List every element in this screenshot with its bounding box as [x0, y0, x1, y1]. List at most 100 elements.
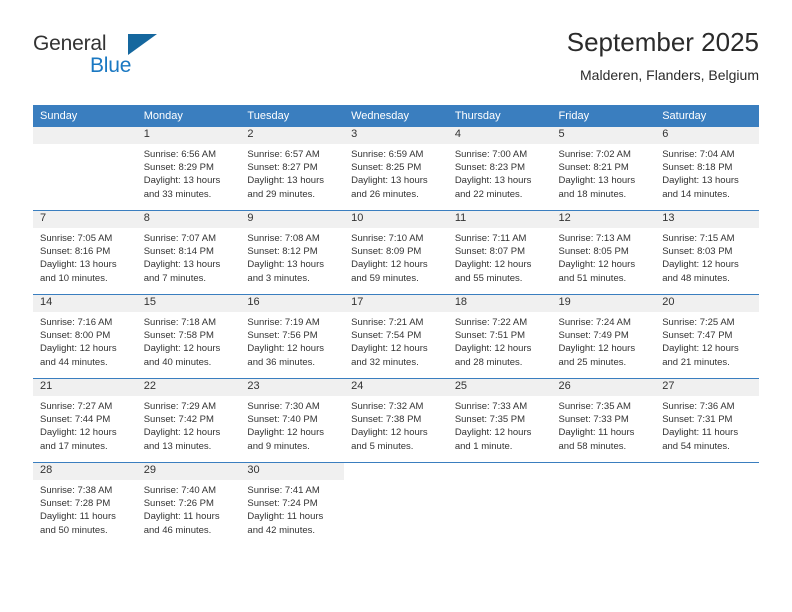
calendar-day-cell[interactable]: 5 Sunrise: 7:02 AM Sunset: 8:21 PM Daylight… [551, 126, 656, 211]
calendar-day-cell[interactable]: 19 Sunrise: 7:24 AM Sunset: 7:49 PM Dayligh… [551, 294, 656, 379]
day-number: 27 [655, 379, 759, 396]
calendar-day-cell[interactable]: 6 Sunrise: 7:04 AM Sunset: 8:18 PM Daylight… [655, 126, 759, 211]
day-cell-inner: 18 Sunrise: 7:22 AM Sunset: 7:51 PM Dayligh… [447, 295, 552, 378]
day-number: 10 [344, 211, 448, 228]
calendar-day-cell[interactable]: 16 Sunrise: 7:19 AM Sunset: 7:56 PM Dayligh… [240, 294, 345, 379]
day-cell-inner: 17 Sunrise: 7:21 AM Sunset: 7:54 PM Dayligh… [344, 295, 448, 378]
day-number: 16 [240, 295, 345, 312]
calendar-day-cell[interactable]: 28 Sunrise: 7:38 AM Sunset: 7:28 PM Dayligh… [33, 462, 137, 546]
sun-info-sunset: Sunset: 7:42 PM [143, 414, 214, 426]
sun-info-sunrise: Sunrise: 7:13 AM [558, 233, 631, 244]
calendar-day-cell[interactable]: 30 Sunrise: 7:41 AM Sunset: 7:24 PM Dayligh… [240, 462, 345, 546]
sun-info: Sunrise: 7:04 AM Sunset: 8:18 PM Daylight:… [655, 144, 759, 201]
calendar-day-cell[interactable]: 14 Sunrise: 7:16 AM Sunset: 8:00 PM Dayligh… [33, 294, 137, 379]
calendar-day-cell[interactable]: 17 Sunrise: 7:21 AM Sunset: 7:54 PM Dayligh… [344, 294, 448, 379]
sun-info-sunset: Sunset: 8:29 PM [143, 162, 214, 174]
calendar-day-cell[interactable]: 7 Sunrise: 7:05 AM Sunset: 8:16 PM Daylight… [33, 210, 137, 295]
sun-info-daylight-line1: Daylight: 12 hours [143, 343, 221, 355]
sun-info-daylight-line2: and 36 minutes. [247, 356, 316, 368]
sun-info-sunrise: Sunrise: 7:04 AM [662, 149, 735, 160]
calendar-day-cell[interactable]: 25 Sunrise: 7:33 AM Sunset: 7:35 PM Dayligh… [447, 378, 552, 463]
weekday-header-friday: Friday [551, 105, 656, 127]
sun-info-daylight-line1: Daylight: 13 hours [662, 175, 739, 187]
sun-info-sunset: Sunset: 8:09 PM [351, 246, 422, 258]
sun-info-sunset: Sunset: 7:26 PM [143, 498, 214, 510]
sun-info-daylight-line1: Daylight: 13 hours [247, 175, 324, 187]
sun-info-daylight-line1: Daylight: 13 hours [351, 175, 428, 187]
sun-info: Sunrise: 7:40 AM Sunset: 7:26 PM Daylight:… [137, 480, 241, 537]
calendar-empty-cell [655, 462, 759, 546]
day-cell-inner: 21 Sunrise: 7:27 AM Sunset: 7:44 PM Dayligh… [33, 379, 137, 462]
sun-info-daylight-line2: and 1 minute. [454, 440, 513, 452]
sun-info-daylight-line2: and 44 minutes. [40, 356, 108, 368]
sun-info-sunset: Sunset: 7:44 PM [40, 414, 111, 426]
day-cell-inner: 15 Sunrise: 7:18 AM Sunset: 7:58 PM Dayligh… [136, 295, 241, 378]
calendar-day-cell[interactable]: 29 Sunrise: 7:40 AM Sunset: 7:26 PM Dayligh… [136, 462, 241, 546]
day-number: 25 [447, 379, 552, 396]
sun-info: Sunrise: 7:08 AM Sunset: 8:12 PM Daylight:… [240, 228, 344, 285]
sun-info: Sunrise: 7:24 AM Sunset: 7:49 PM Daylight:… [552, 312, 656, 369]
sun-info: Sunrise: 7:35 AM Sunset: 7:33 PM Daylight:… [552, 396, 656, 453]
calendar-day-cell[interactable]: 15 Sunrise: 7:18 AM Sunset: 7:58 PM Dayligh… [136, 294, 241, 379]
sun-info-daylight-line2: and 7 minutes. [143, 272, 207, 284]
calendar-day-cell[interactable]: 4 Sunrise: 7:00 AM Sunset: 8:23 PM Daylight… [447, 126, 552, 211]
calendar-day-cell[interactable]: 23 Sunrise: 7:30 AM Sunset: 7:40 PM Dayligh… [240, 378, 345, 463]
sun-info: Sunrise: 6:57 AM Sunset: 8:27 PM Daylight:… [240, 144, 344, 201]
sun-info-daylight-line1: Daylight: 12 hours [662, 259, 739, 271]
sun-info: Sunrise: 7:13 AM Sunset: 8:05 PM Daylight:… [552, 228, 656, 285]
sun-info: Sunrise: 7:19 AM Sunset: 7:56 PM Daylight:… [240, 312, 344, 369]
weekday-header-wednesday: Wednesday [344, 105, 448, 127]
sun-info-sunset: Sunset: 8:00 PM [40, 330, 111, 342]
day-number: 29 [136, 463, 241, 480]
calendar-day-cell[interactable]: 9 Sunrise: 7:08 AM Sunset: 8:12 PM Daylight… [240, 210, 345, 295]
sun-info-daylight-line2: and 18 minutes. [558, 188, 627, 200]
day-cell-inner: 23 Sunrise: 7:30 AM Sunset: 7:40 PM Dayligh… [240, 379, 345, 462]
calendar-day-cell[interactable]: 2 Sunrise: 6:57 AM Sunset: 8:27 PM Daylight… [240, 126, 345, 211]
day-number [33, 127, 137, 144]
day-number: 17 [344, 295, 448, 312]
sun-info-sunrise: Sunrise: 7:18 AM [143, 317, 217, 328]
calendar-day-cell[interactable]: 12 Sunrise: 7:13 AM Sunset: 8:05 PM Dayligh… [551, 210, 656, 295]
calendar-day-cell[interactable]: 13 Sunrise: 7:15 AM Sunset: 8:03 PM Dayligh… [655, 210, 759, 295]
day-number: 8 [136, 211, 241, 228]
day-number: 6 [655, 127, 759, 144]
calendar-day-cell[interactable]: 24 Sunrise: 7:32 AM Sunset: 7:38 PM Dayligh… [344, 378, 448, 463]
sun-info-daylight-line1: Daylight: 12 hours [351, 259, 428, 271]
sun-info-daylight-line2: and 17 minutes. [40, 440, 108, 452]
sun-info-sunrise: Sunrise: 7:33 AM [454, 401, 528, 412]
general-blue-logo[interactable]: General Blue [33, 32, 213, 80]
sun-info-daylight-line1: Daylight: 13 hours [143, 175, 221, 187]
day-cell-inner: 26 Sunrise: 7:35 AM Sunset: 7:33 PM Dayligh… [551, 379, 656, 462]
calendar-day-cell[interactable]: 22 Sunrise: 7:29 AM Sunset: 7:42 PM Dayligh… [136, 378, 241, 463]
sun-info: Sunrise: 7:11 AM Sunset: 8:07 PM Daylight:… [448, 228, 552, 285]
sun-info-daylight-line2: and 33 minutes. [143, 188, 212, 200]
sun-info-sunset: Sunset: 8:14 PM [143, 246, 214, 258]
weekday-header-sunday: Sunday [33, 105, 137, 127]
sun-info-daylight-line2: and 14 minutes. [662, 188, 730, 200]
day-number: 15 [136, 295, 241, 312]
calendar-day-cell[interactable]: 11 Sunrise: 7:11 AM Sunset: 8:07 PM Dayligh… [447, 210, 552, 295]
calendar-day-cell[interactable]: 20 Sunrise: 7:25 AM Sunset: 7:47 PM Dayligh… [655, 294, 759, 379]
calendar-day-cell[interactable]: 27 Sunrise: 7:36 AM Sunset: 7:31 PM Dayligh… [655, 378, 759, 463]
calendar-day-cell[interactable]: 10 Sunrise: 7:10 AM Sunset: 8:09 PM Dayligh… [344, 210, 448, 295]
sun-info: Sunrise: 7:38 AM Sunset: 7:28 PM Daylight:… [33, 480, 137, 537]
day-cell-inner: 9 Sunrise: 7:08 AM Sunset: 8:12 PM Daylight… [240, 211, 345, 294]
calendar-table: Sunday Monday Tuesday Wednesday Thursday… [33, 105, 759, 546]
calendar-week-row: 14 Sunrise: 7:16 AM Sunset: 8:00 PM Dayligh… [33, 294, 759, 379]
calendar-day-cell[interactable]: 26 Sunrise: 7:35 AM Sunset: 7:33 PM Dayligh… [551, 378, 656, 463]
day-number: 3 [344, 127, 448, 144]
calendar-day-cell[interactable]: 1 Sunrise: 6:56 AM Sunset: 8:29 PM Daylight… [136, 126, 241, 211]
calendar-day-cell[interactable]: 18 Sunrise: 7:22 AM Sunset: 7:51 PM Dayligh… [447, 294, 552, 379]
calendar-empty-cell [344, 462, 448, 546]
day-cell-inner: 25 Sunrise: 7:33 AM Sunset: 7:35 PM Dayligh… [447, 379, 552, 462]
logo-text-blue: Blue [90, 54, 132, 77]
day-cell-inner [551, 463, 656, 546]
sun-info-daylight-line2: and 46 minutes. [143, 524, 212, 536]
sun-info-daylight-line1: Daylight: 12 hours [558, 259, 636, 271]
day-cell-inner [655, 463, 759, 546]
calendar-day-cell[interactable]: 3 Sunrise: 6:59 AM Sunset: 8:25 PM Daylight… [344, 126, 448, 211]
calendar-day-cell[interactable]: 8 Sunrise: 7:07 AM Sunset: 8:14 PM Daylight… [136, 210, 241, 295]
day-number: 11 [447, 211, 552, 228]
calendar-day-cell[interactable]: 21 Sunrise: 7:27 AM Sunset: 7:44 PM Dayligh… [33, 378, 137, 463]
day-cell-inner: 28 Sunrise: 7:38 AM Sunset: 7:28 PM Dayligh… [33, 463, 137, 546]
